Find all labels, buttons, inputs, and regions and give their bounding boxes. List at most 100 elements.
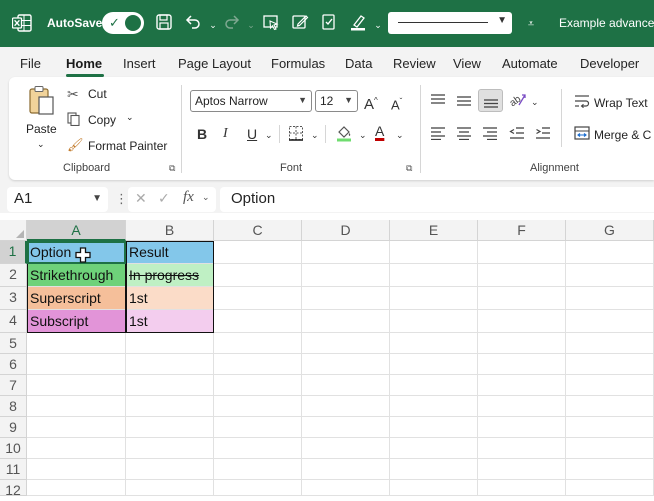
- empty-cell[interactable]: [478, 438, 566, 459]
- empty-cell[interactable]: [566, 333, 654, 354]
- font-launcher-icon[interactable]: ⧉: [406, 163, 412, 174]
- empty-cell[interactable]: [214, 375, 302, 396]
- empty-cell[interactable]: [390, 310, 478, 333]
- empty-cell[interactable]: [390, 333, 478, 354]
- empty-cell[interactable]: [214, 459, 302, 480]
- empty-cell[interactable]: [566, 396, 654, 417]
- cell-a4[interactable]: Subscript: [27, 310, 126, 333]
- column-header-f[interactable]: F: [478, 220, 566, 241]
- row-header-11[interactable]: 11: [0, 459, 27, 480]
- empty-cell[interactable]: [478, 375, 566, 396]
- row-header-8[interactable]: 8: [0, 396, 27, 417]
- more-options-icon[interactable]: ⋮: [115, 191, 128, 207]
- empty-cell[interactable]: [214, 264, 302, 287]
- wrap-text-button[interactable]: Wrap Text: [574, 94, 648, 111]
- row-header-3[interactable]: 3: [0, 287, 27, 310]
- format-painter-button[interactable]: 🖌 Format Painter: [67, 137, 167, 153]
- empty-cell[interactable]: [214, 480, 302, 496]
- empty-cell[interactable]: [214, 354, 302, 375]
- chevron-down-icon[interactable]: ⌄: [396, 127, 404, 143]
- empty-cell[interactable]: [566, 375, 654, 396]
- chevron-down-icon[interactable]: ⌄: [359, 127, 367, 143]
- empty-cell[interactable]: [566, 480, 654, 496]
- row-header-9[interactable]: 9: [0, 417, 27, 438]
- align-middle-icon[interactable]: [456, 93, 472, 110]
- empty-cell[interactable]: [390, 375, 478, 396]
- font-size-dropdown[interactable]: 12 ▼: [315, 90, 358, 112]
- empty-cell[interactable]: [302, 287, 390, 310]
- empty-cell[interactable]: [478, 396, 566, 417]
- increase-font-size-icon[interactable]: A^: [364, 93, 378, 113]
- empty-cell[interactable]: [126, 375, 214, 396]
- select-arrow-icon[interactable]: [261, 13, 281, 33]
- paste-button[interactable]: Paste ⌄: [24, 85, 60, 151]
- empty-cell[interactable]: [214, 396, 302, 417]
- align-top-icon[interactable]: [430, 93, 446, 110]
- empty-cell[interactable]: [214, 438, 302, 459]
- chevron-down-icon[interactable]: ⌄: [202, 192, 210, 203]
- cell-b3[interactable]: 1st: [126, 287, 214, 310]
- column-header-a[interactable]: A: [27, 220, 126, 241]
- empty-cell[interactable]: [478, 287, 566, 310]
- empty-cell[interactable]: [390, 354, 478, 375]
- empty-cell[interactable]: [390, 438, 478, 459]
- column-header-c[interactable]: C: [214, 220, 302, 241]
- empty-cell[interactable]: [566, 310, 654, 333]
- empty-cell[interactable]: [27, 396, 126, 417]
- name-box[interactable]: A1 ▼: [7, 187, 108, 212]
- empty-cell[interactable]: [566, 354, 654, 375]
- tab-home[interactable]: Home: [66, 56, 102, 71]
- empty-cell[interactable]: [27, 333, 126, 354]
- autosave-toggle[interactable]: ✓: [102, 12, 144, 34]
- empty-cell[interactable]: [126, 396, 214, 417]
- empty-cell[interactable]: [478, 333, 566, 354]
- empty-cell[interactable]: [478, 241, 566, 264]
- empty-cell[interactable]: [302, 375, 390, 396]
- empty-cell[interactable]: [126, 354, 214, 375]
- font-name-dropdown[interactable]: Aptos Narrow ▼: [190, 90, 312, 112]
- decrease-indent-icon[interactable]: [509, 126, 525, 143]
- empty-cell[interactable]: [27, 480, 126, 496]
- orientation-icon[interactable]: ab: [508, 92, 527, 111]
- empty-cell[interactable]: [478, 459, 566, 480]
- edit-icon[interactable]: [290, 13, 310, 33]
- align-left-icon[interactable]: [430, 126, 446, 143]
- column-header-g[interactable]: G: [566, 220, 654, 241]
- increase-indent-icon[interactable]: [535, 126, 551, 143]
- empty-cell[interactable]: [126, 480, 214, 496]
- empty-cell[interactable]: [302, 310, 390, 333]
- empty-cell[interactable]: [27, 438, 126, 459]
- empty-cell[interactable]: [126, 459, 214, 480]
- empty-cell[interactable]: [214, 333, 302, 354]
- empty-cell[interactable]: [566, 241, 654, 264]
- empty-cell[interactable]: [302, 480, 390, 496]
- empty-cell[interactable]: [566, 417, 654, 438]
- align-bottom-icon[interactable]: [478, 89, 503, 112]
- tab-insert[interactable]: Insert: [123, 56, 156, 71]
- tab-developer[interactable]: Developer: [580, 56, 639, 71]
- empty-cell[interactable]: [478, 264, 566, 287]
- cell-a2[interactable]: Strikethrough: [27, 264, 126, 287]
- cell-b4[interactable]: 1st: [126, 310, 214, 333]
- empty-cell[interactable]: [126, 333, 214, 354]
- row-header-6[interactable]: 6: [0, 354, 27, 375]
- align-right-icon[interactable]: [482, 126, 498, 143]
- bold-button[interactable]: B: [197, 126, 207, 142]
- empty-cell[interactable]: [302, 417, 390, 438]
- empty-cell[interactable]: [566, 287, 654, 310]
- tab-data[interactable]: Data: [345, 56, 372, 71]
- empty-cell[interactable]: [390, 459, 478, 480]
- decrease-font-size-icon[interactable]: Aˇ: [391, 94, 402, 113]
- tab-review[interactable]: Review: [393, 56, 436, 71]
- save-icon[interactable]: [154, 13, 174, 33]
- column-header-d[interactable]: D: [302, 220, 390, 241]
- empty-cell[interactable]: [126, 438, 214, 459]
- fill-color-button[interactable]: [335, 124, 353, 145]
- align-center-icon[interactable]: [456, 126, 472, 143]
- empty-cell[interactable]: [27, 354, 126, 375]
- tab-page-layout[interactable]: Page Layout: [178, 56, 251, 71]
- row-header-5[interactable]: 5: [0, 333, 27, 354]
- row-header-1[interactable]: 1: [0, 241, 27, 264]
- document-check-icon[interactable]: [319, 13, 339, 33]
- tab-formulas[interactable]: Formulas: [271, 56, 325, 71]
